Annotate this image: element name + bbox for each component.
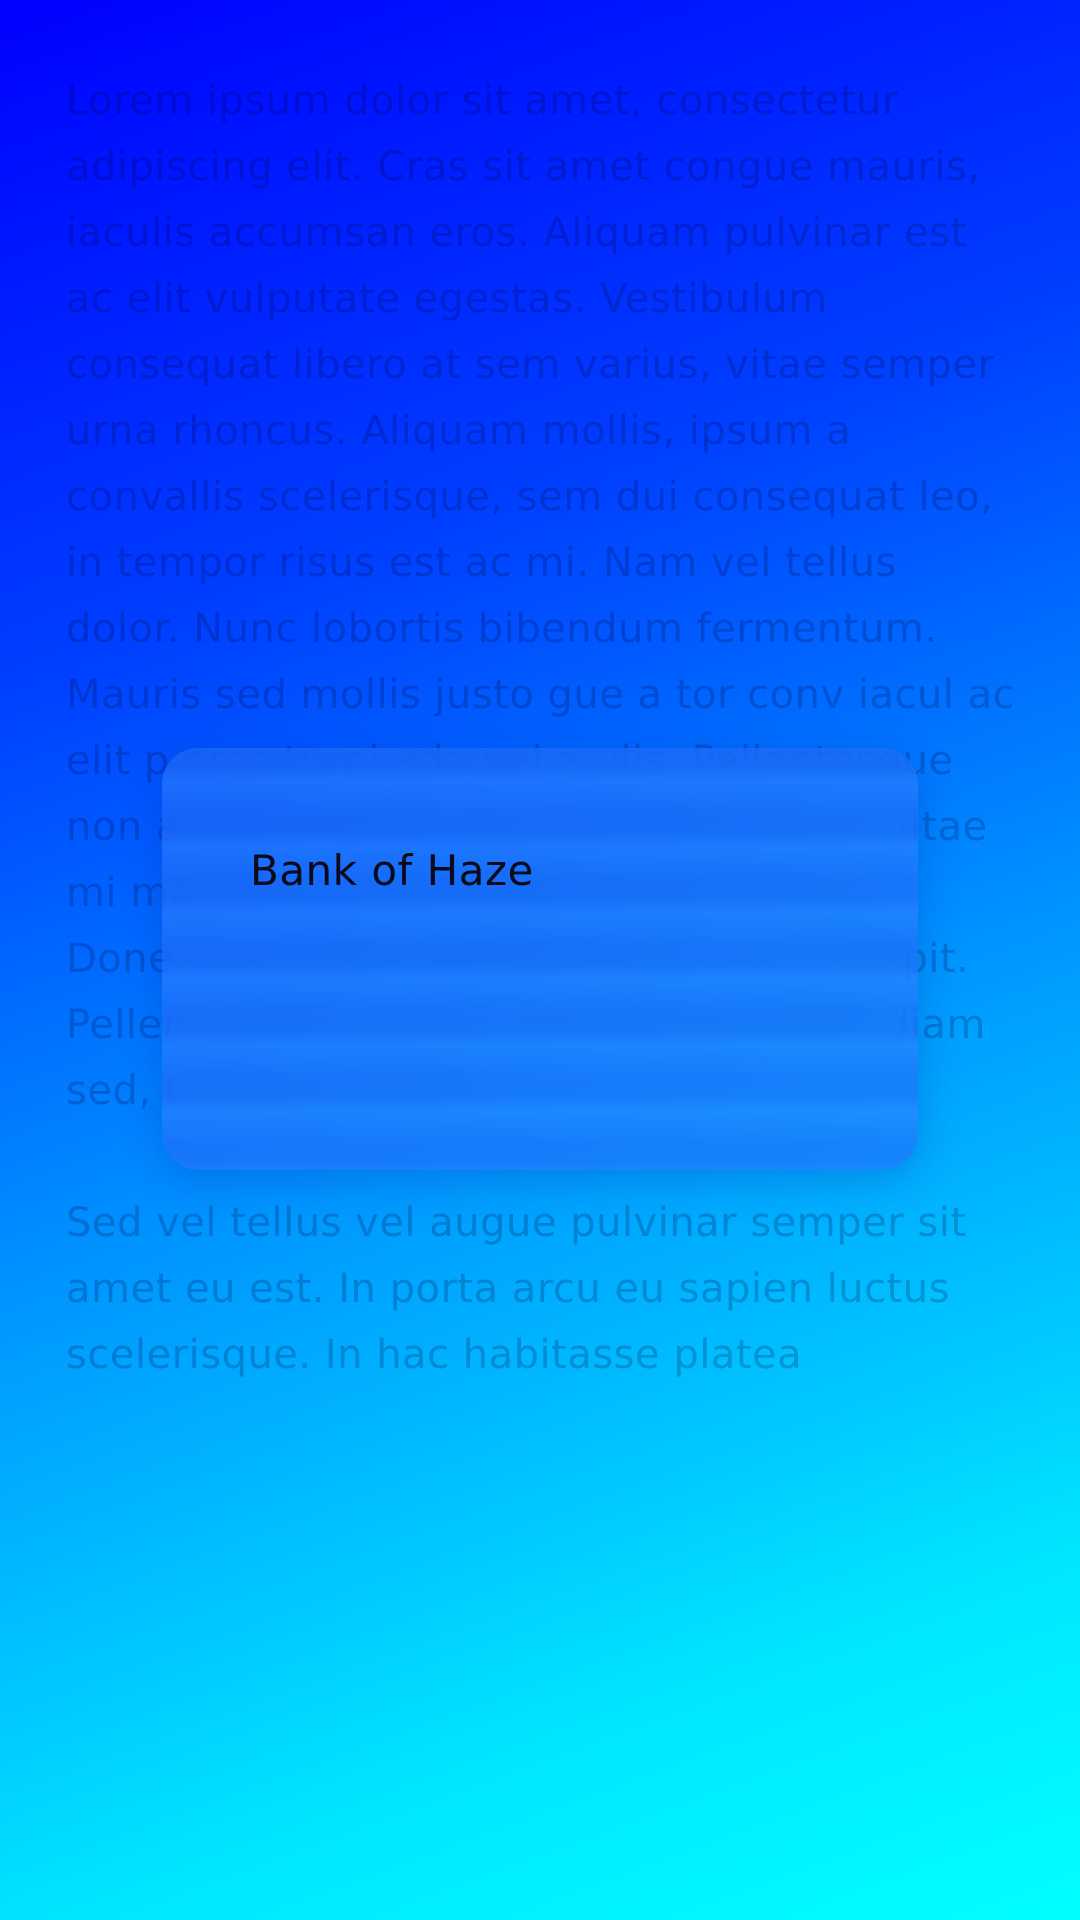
haze-card[interactable]: Bank of Haze — [162, 748, 918, 1170]
app-screen: Lorem ipsum dolor sit amet, consectetur … — [0, 0, 1080, 1920]
background-paragraph: Sed vel tellus vel augue pulvinar semper… — [66, 1200, 967, 1378]
card-title: Bank of Haze — [250, 846, 534, 895]
